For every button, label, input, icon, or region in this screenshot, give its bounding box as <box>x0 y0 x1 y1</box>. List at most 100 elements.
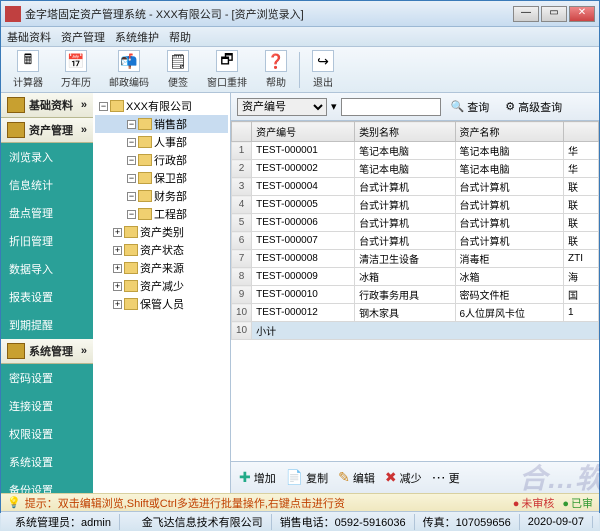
tree-node[interactable]: +资产类别 <box>95 223 228 241</box>
tree-node[interactable]: +资产减少 <box>95 277 228 295</box>
expand-icon[interactable]: + <box>113 300 122 309</box>
toolbar: 🖩计算器📅万年历📬邮政编码🗒便签🗗窗口重排❓帮助 ↪退出 <box>1 47 599 93</box>
folder-icon <box>124 226 138 238</box>
toolbar-计算器[interactable]: 🖩计算器 <box>7 48 49 91</box>
folder-icon <box>138 154 152 166</box>
side-group-header[interactable]: 系统管理» <box>1 339 93 364</box>
folder-icon <box>7 343 25 359</box>
hint-bar: 💡 提示：双击编辑浏览,Shift或Ctrl多选进行批量操作,右键点击进行资 未… <box>1 493 599 511</box>
side-group-header[interactable]: 基础资料» <box>1 93 93 118</box>
edit-button[interactable]: ✎编辑 <box>338 469 375 486</box>
toolbar-帮助[interactable]: ❓帮助 <box>259 48 293 91</box>
expand-icon[interactable]: + <box>113 246 122 255</box>
search-field-select[interactable]: 资产编号 <box>237 98 327 116</box>
tree-node[interactable]: −保卫部 <box>95 169 228 187</box>
sidebar-item[interactable]: 折旧管理 <box>1 227 93 255</box>
toolbar-退出[interactable]: ↪退出 <box>306 48 340 91</box>
data-grid[interactable]: 资产编号类别名称资产名称1TEST-000001笔记本电脑笔记本电脑华2TEST… <box>231 121 599 461</box>
table-row[interactable]: 4TEST-000005台式计算机台式计算机联 <box>232 196 599 214</box>
expand-icon[interactable]: + <box>113 282 122 291</box>
table-row[interactable]: 2TEST-000002笔记本电脑笔记本电脑华 <box>232 160 599 178</box>
expand-icon[interactable]: − <box>127 210 136 219</box>
delete-button[interactable]: ✖减少 <box>385 469 422 486</box>
table-row[interactable]: 8TEST-000009冰箱冰箱海 <box>232 268 599 286</box>
expand-icon[interactable]: − <box>127 156 136 165</box>
folder-icon <box>124 244 138 256</box>
table-row[interactable]: 5TEST-000006台式计算机台式计算机联 <box>232 214 599 232</box>
column-header[interactable]: 类别名称 <box>355 122 455 142</box>
search-input[interactable] <box>341 98 441 116</box>
folder-icon <box>124 280 138 292</box>
sidebar-item[interactable]: 系统设置 <box>1 448 93 476</box>
sidebar-item[interactable]: 密码设置 <box>1 364 93 392</box>
sidebar-item[interactable]: 到期提醒 <box>1 311 93 339</box>
tree-node[interactable]: −工程部 <box>95 205 228 223</box>
tree-node[interactable]: −XXX有限公司 <box>95 97 228 115</box>
sidebar-item[interactable]: 备份设置 <box>1 476 93 493</box>
lightbulb-icon: 💡 <box>7 496 21 509</box>
sidebar-item[interactable]: 报表设置 <box>1 283 93 311</box>
tree-node[interactable]: −行政部 <box>95 151 228 169</box>
query-button[interactable]: 🔍查询 <box>445 97 496 117</box>
search-bar: 资产编号 ▾ 🔍查询 ⚙高级查询 <box>231 93 599 121</box>
action-bar: ✚增加 📄复制 ✎编辑 ✖减少 ⋯更 合…软件园 <box>231 461 599 493</box>
advanced-query-button[interactable]: ⚙高级查询 <box>499 97 568 117</box>
close-button[interactable]: ✕ <box>569 6 595 22</box>
titlebar: 金字塔固定资产管理系统 - XXX有限公司 - [资产浏览录入] — ▭ ✕ <box>1 1 599 27</box>
add-button[interactable]: ✚增加 <box>239 469 276 486</box>
side-group-header[interactable]: 资产管理» <box>1 118 93 143</box>
more-button[interactable]: ⋯更 <box>432 469 460 486</box>
table-row[interactable]: 1TEST-000001笔记本电脑笔记本电脑华 <box>232 142 599 160</box>
folder-icon <box>138 172 152 184</box>
table-row[interactable]: 7TEST-000008清洁卫生设备消毒柜ZTI <box>232 250 599 268</box>
maximize-button[interactable]: ▭ <box>541 6 567 22</box>
search-icon: 🔍 <box>451 100 465 113</box>
expand-icon[interactable]: − <box>127 120 136 129</box>
menu-item[interactable]: 帮助 <box>169 29 191 45</box>
expand-icon[interactable]: + <box>113 228 122 237</box>
menu-item[interactable]: 系统维护 <box>115 29 159 45</box>
expand-icon[interactable]: − <box>99 102 108 111</box>
sidebar-item[interactable]: 信息统计 <box>1 171 93 199</box>
status-date: 2020-09-07 <box>520 516 593 528</box>
table-row[interactable]: 10TEST-000012钢木家具6人位屏风卡位1 <box>232 304 599 322</box>
minimize-button[interactable]: — <box>513 6 539 22</box>
toolbar-便签[interactable]: 🗒便签 <box>161 48 195 91</box>
column-header[interactable]: 资产编号 <box>252 122 355 142</box>
toolbar-icon: ↪ <box>312 50 334 72</box>
sidebar-item[interactable]: 连接设置 <box>1 392 93 420</box>
folder-icon <box>7 122 25 138</box>
toolbar-万年历[interactable]: 📅万年历 <box>55 48 97 91</box>
sidebar-item[interactable]: 数据导入 <box>1 255 93 283</box>
expand-icon[interactable]: − <box>127 192 136 201</box>
toolbar-窗口重排[interactable]: 🗗窗口重排 <box>201 48 253 91</box>
expand-icon[interactable]: − <box>127 174 136 183</box>
toolbar-icon: 🗗 <box>216 50 238 72</box>
tree-node[interactable]: +保管人员 <box>95 295 228 313</box>
expand-icon[interactable]: + <box>113 264 122 273</box>
sidebar-item[interactable]: 浏览录入 <box>1 143 93 171</box>
folder-icon <box>138 136 152 148</box>
status-bar: 系统管理员：admin 金飞达信息技术有限公司 销售电话：0592-591603… <box>1 511 599 531</box>
menu-item[interactable]: 基础资料 <box>7 29 51 45</box>
tree-node[interactable]: +资产来源 <box>95 259 228 277</box>
tree-node[interactable]: −人事部 <box>95 133 228 151</box>
edit-icon: ✎ <box>338 469 350 486</box>
content-area: 资产编号 ▾ 🔍查询 ⚙高级查询 资产编号类别名称资产名称1TEST-00000… <box>231 93 599 493</box>
app-icon <box>5 6 21 22</box>
menu-item[interactable]: 资产管理 <box>61 29 105 45</box>
table-row[interactable]: 6TEST-000007台式计算机台式计算机联 <box>232 232 599 250</box>
copy-button[interactable]: 📄复制 <box>286 469 328 486</box>
expand-icon[interactable]: − <box>127 138 136 147</box>
toolbar-邮政编码[interactable]: 📬邮政编码 <box>103 48 155 91</box>
tree-node[interactable]: −销售部 <box>95 115 228 133</box>
table-row[interactable]: 9TEST-000010行政事务用具密码文件柜国 <box>232 286 599 304</box>
column-header[interactable]: 资产名称 <box>455 122 564 142</box>
folder-icon <box>124 262 138 274</box>
sidebar-item[interactable]: 盘点管理 <box>1 199 93 227</box>
tree-node[interactable]: −财务部 <box>95 187 228 205</box>
tree-panel: −XXX有限公司−销售部−人事部−行政部−保卫部−财务部−工程部+资产类别+资产… <box>93 93 231 493</box>
tree-node[interactable]: +资产状态 <box>95 241 228 259</box>
sidebar-item[interactable]: 权限设置 <box>1 420 93 448</box>
table-row[interactable]: 3TEST-000004台式计算机台式计算机联 <box>232 178 599 196</box>
